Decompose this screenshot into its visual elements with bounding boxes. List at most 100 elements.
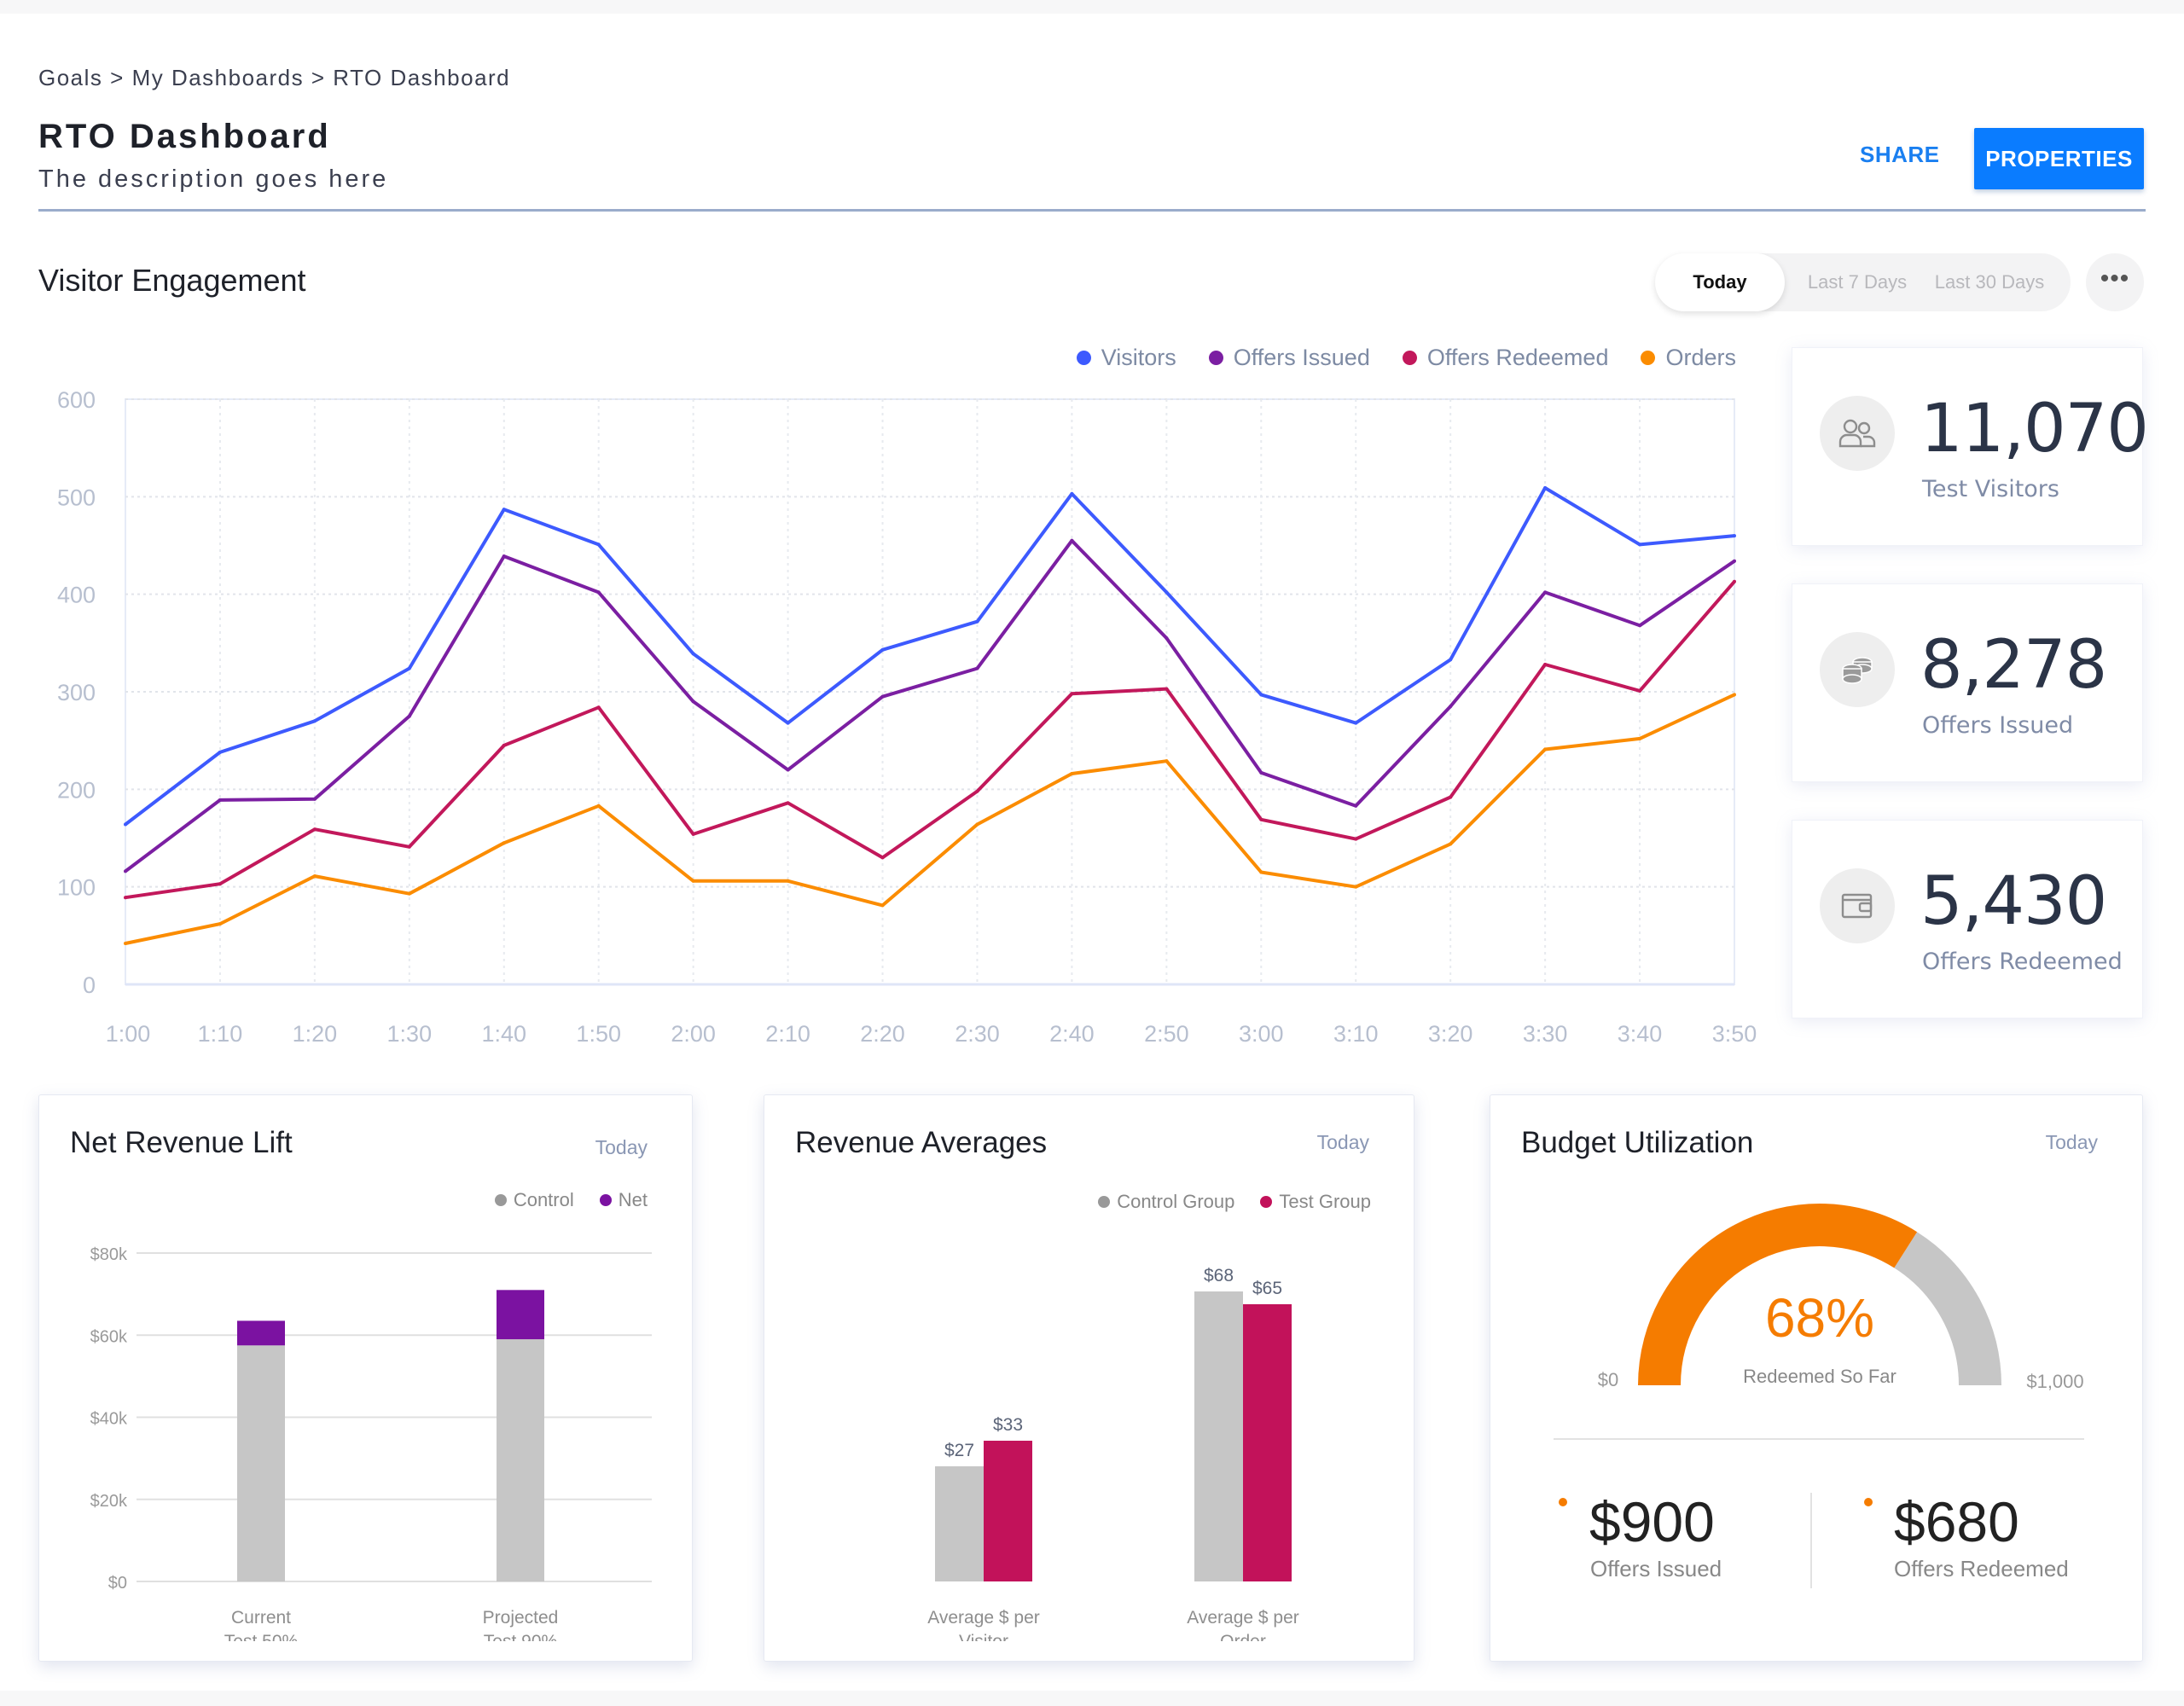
data-point — [1165, 759, 1169, 763]
data-point — [502, 554, 506, 559]
data-point — [407, 891, 411, 896]
gauge-percent: 68% — [1765, 1287, 1874, 1349]
coins-icon — [1820, 632, 1895, 707]
data-point — [502, 841, 506, 845]
stat-value: 5,430 — [1920, 863, 2107, 940]
data-point — [1449, 705, 1453, 709]
properties-button[interactable]: PROPERTIES — [1974, 128, 2144, 189]
data-point — [1354, 804, 1358, 808]
data-point — [1638, 543, 1642, 547]
data-point — [786, 801, 790, 805]
data-point — [218, 750, 222, 754]
x-tick-label: 3:50 — [1712, 1021, 1757, 1047]
x-tick-label: 1:30 — [387, 1021, 433, 1047]
data-point — [596, 804, 601, 808]
breadcrumb-current: RTO Dashboard — [333, 65, 511, 90]
series-line-orders — [125, 693, 1735, 945]
y-tick-label: $0 — [108, 1574, 127, 1593]
legend-test-group[interactable]: Test Group — [1260, 1191, 1371, 1213]
net-revenue-lift-card: Net Revenue Lift Today Control Net $0 $20… — [38, 1094, 693, 1662]
x-tick-label: Test 90% — [484, 1632, 557, 1641]
data-point — [691, 652, 695, 656]
y-tick-label: $60k — [90, 1327, 128, 1346]
x-tick-label: 1:10 — [198, 1021, 243, 1047]
card-title: Budget Utilization — [1521, 1126, 1754, 1159]
data-point — [312, 874, 317, 879]
data-point — [1543, 486, 1548, 490]
data-point — [691, 699, 695, 704]
y-tick-label: 600 — [57, 387, 96, 413]
legend-label: Test Group — [1279, 1191, 1371, 1212]
more-options-button[interactable]: ••• — [2086, 253, 2144, 311]
stat-label: Offers Redeemed — [1922, 949, 2123, 975]
data-point — [596, 543, 601, 547]
y-tick-label: $80k — [90, 1245, 128, 1264]
stat-label: Offers Issued — [1922, 712, 2074, 739]
card-period[interactable]: Today — [595, 1136, 648, 1159]
y-tick-label: 500 — [57, 485, 96, 510]
x-tick-label: Average $ per — [927, 1608, 1040, 1628]
x-tick-label: 2:00 — [671, 1021, 716, 1047]
y-tick-label: 100 — [57, 875, 96, 901]
data-point — [1733, 534, 1736, 538]
data-point — [786, 721, 790, 725]
budget-utilization-card: Budget Utilization Today 68% Redeemed So… — [1490, 1094, 2143, 1662]
share-button[interactable]: SHARE — [1860, 142, 1940, 168]
period-last-30-days[interactable]: Last 30 Days — [1921, 253, 2058, 311]
breadcrumb-my-dashboards[interactable]: My Dashboards — [132, 65, 305, 90]
y-tick-label: 400 — [57, 583, 96, 608]
budget-divider — [1554, 1438, 2084, 1440]
data-point — [1449, 842, 1453, 846]
stat-card-offers-redeemed: 5,430 Offers Redeemed — [1792, 820, 2143, 1018]
gauge-max-label: $1,000 — [2026, 1371, 2083, 1392]
data-point — [596, 590, 601, 595]
data-point — [975, 666, 979, 670]
data-point — [1259, 770, 1263, 775]
x-tick-label: Current — [231, 1608, 291, 1628]
legend-net[interactable]: Net — [599, 1189, 648, 1211]
period-last-7-days[interactable]: Last 7 Days — [1793, 253, 1921, 311]
issued-value: $900 — [1589, 1490, 1715, 1553]
net-revenue-legend: Control Net — [494, 1189, 648, 1211]
data-point — [218, 882, 222, 886]
header-divider — [38, 209, 2146, 212]
data-point — [1543, 590, 1548, 595]
issued-label: Offers Issued — [1590, 1556, 1722, 1581]
bar-value-label: $27 — [944, 1441, 974, 1460]
data-point — [407, 714, 411, 718]
bar-net — [237, 1320, 285, 1346]
data-point — [218, 798, 222, 802]
stat-card-offers-issued: 8,278 Offers Issued — [1792, 583, 2143, 782]
data-point — [975, 619, 979, 624]
y-tick-label: 200 — [57, 777, 96, 803]
data-point — [691, 832, 695, 836]
card-period[interactable]: Today — [2046, 1131, 2098, 1154]
redeemed-label: Offers Redeemed — [1894, 1556, 2069, 1581]
card-period[interactable]: Today — [1317, 1131, 1369, 1154]
page-description: The description goes here — [38, 165, 389, 193]
card-title: Revenue Averages — [795, 1126, 1048, 1159]
data-point — [880, 694, 885, 699]
issued-dot — [1559, 1498, 1567, 1506]
x-tick-label: 1:20 — [293, 1021, 338, 1047]
wallet-icon — [1820, 868, 1895, 943]
revenue-averages-chart: $27 $33 Average $ per Visitor $68 $65 Average … — [927, 1266, 1299, 1641]
legend-dot-control — [494, 1194, 507, 1206]
legend-control-group[interactable]: Control Group — [1098, 1191, 1234, 1213]
bar-net — [497, 1290, 544, 1340]
data-point — [1543, 747, 1548, 751]
stat-label: Test Visitors — [1922, 476, 2059, 502]
x-tick-label: Visitor — [959, 1632, 1008, 1641]
bar-value-label: $33 — [993, 1415, 1023, 1435]
data-point — [1543, 662, 1548, 666]
data-point — [1259, 870, 1263, 874]
period-selector: Today Last 7 Days Last 30 Days — [1655, 253, 2071, 311]
stat-card-test-visitors: 11,070 Test Visitors — [1792, 347, 2149, 546]
period-today[interactable]: Today — [1655, 253, 1785, 311]
breadcrumb-goals[interactable]: Goals — [38, 65, 102, 90]
legend-control[interactable]: Control — [494, 1189, 574, 1211]
visitor-engagement-chart: 0 100 200 300 400 500 600 1:00 1:10 1:20 1:30 1:40 1… — [57, 387, 1757, 1047]
data-point — [124, 896, 127, 900]
x-tick-label: 2:40 — [1049, 1021, 1095, 1047]
data-point — [786, 768, 790, 772]
